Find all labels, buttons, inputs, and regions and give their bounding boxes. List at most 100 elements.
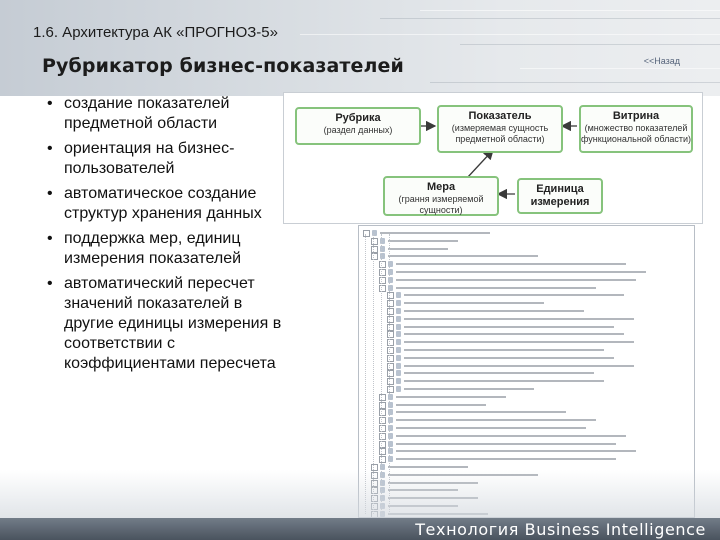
tree-row-label bbox=[404, 388, 534, 390]
box-showcase-title: Витрина bbox=[612, 110, 660, 122]
tree-row-label bbox=[404, 356, 614, 359]
tree-folder-icon bbox=[396, 347, 401, 353]
tree-row-label bbox=[404, 302, 544, 305]
tree-row bbox=[359, 369, 694, 378]
box-showcase: Витрина (множество показателей функциона… bbox=[579, 105, 693, 153]
tree-row-label bbox=[388, 239, 458, 242]
tree-row bbox=[359, 291, 694, 300]
tree-row bbox=[359, 440, 694, 448]
tree-row-label bbox=[404, 317, 634, 320]
tree-row-label bbox=[396, 427, 586, 429]
tree-row bbox=[359, 385, 694, 393]
tree-folder-icon bbox=[396, 386, 401, 392]
tree-row bbox=[359, 323, 694, 331]
tree-row-label bbox=[404, 294, 624, 297]
tree-folder-icon bbox=[396, 362, 401, 369]
tree-row-label bbox=[404, 333, 624, 336]
footer-text: Технология Business Intelligence bbox=[415, 520, 706, 539]
tree-row bbox=[359, 284, 694, 292]
tree-row bbox=[359, 377, 694, 386]
tree-row-label bbox=[396, 286, 596, 289]
tree-row bbox=[359, 408, 694, 417]
feature-item: ориентация на бизнес-пользователей bbox=[42, 139, 287, 179]
box-measure-title: Мера bbox=[426, 181, 456, 193]
tree-row bbox=[359, 268, 694, 276]
tree-row bbox=[359, 447, 694, 456]
tree-row bbox=[359, 237, 694, 245]
tree-row bbox=[359, 416, 694, 425]
feature-item: создание показателей предметной области bbox=[42, 94, 287, 134]
tree-row-label bbox=[396, 450, 636, 453]
tree-row-label bbox=[404, 325, 614, 328]
tree-row-label bbox=[396, 442, 616, 445]
box-measure: Мера (грання измеряемой сущности) bbox=[383, 176, 499, 216]
footer-bar: Технология Business Intelligence bbox=[0, 518, 720, 540]
tree-row bbox=[359, 354, 694, 362]
tree-row-label bbox=[396, 411, 566, 414]
box-rubric: Рубрика (раздел данных) bbox=[295, 107, 421, 145]
tree-row bbox=[359, 401, 694, 409]
tree-row-label bbox=[396, 458, 616, 461]
tree-row-label bbox=[380, 232, 490, 234]
feature-item: автоматическое создание структур хранени… bbox=[42, 184, 287, 224]
tree-folder-icon bbox=[396, 370, 401, 377]
tree-row bbox=[359, 245, 694, 253]
tree-row-label bbox=[396, 263, 626, 266]
tree-row-label bbox=[404, 349, 604, 351]
tree-row bbox=[359, 229, 694, 237]
section-title: 1.6. Архитектура АК «ПРОГНОЗ-5» bbox=[33, 24, 278, 41]
tree-row bbox=[359, 432, 694, 440]
box-unit: Единица измерения bbox=[517, 178, 603, 214]
tree-row bbox=[359, 252, 694, 261]
tree-row-label bbox=[388, 255, 538, 258]
tree-row-label bbox=[396, 271, 646, 273]
tree-row bbox=[359, 338, 694, 347]
tree-row-label bbox=[404, 372, 594, 375]
box-rubric-title: Рубрика bbox=[335, 112, 381, 124]
tree-row-label bbox=[396, 395, 506, 398]
box-rubric-subtitle: (раздел данных) bbox=[323, 125, 393, 135]
tree-row bbox=[359, 315, 694, 323]
tree-row bbox=[359, 362, 694, 370]
tree-row-label bbox=[388, 247, 448, 250]
back-link[interactable]: <<Назад bbox=[644, 56, 680, 66]
tree-row-label bbox=[396, 434, 626, 437]
feature-list: создание показателей предметной области … bbox=[42, 94, 287, 379]
tree-row bbox=[359, 299, 694, 308]
tree-row-label bbox=[396, 403, 486, 406]
tree-row-label bbox=[396, 278, 636, 281]
tree-row bbox=[359, 346, 694, 354]
tree-row bbox=[359, 276, 694, 284]
tree-folder-icon bbox=[396, 292, 401, 299]
tree-row bbox=[359, 424, 694, 432]
tree-row-label bbox=[404, 341, 634, 344]
tree-folder-icon bbox=[396, 331, 401, 338]
box-measure-subtitle: (грання измеряемой сущности) bbox=[398, 194, 484, 215]
box-indicator: Показатель (измеряемая сущность предметн… bbox=[437, 105, 563, 153]
tree-row-label bbox=[404, 380, 604, 383]
box-showcase-subtitle: (множество показателей функциональной об… bbox=[581, 123, 691, 144]
feature-item: автоматический пересчет значений показат… bbox=[42, 274, 287, 374]
tree-row bbox=[359, 455, 694, 464]
tree-folder-icon bbox=[396, 300, 401, 307]
tree-folder-icon bbox=[396, 339, 401, 346]
footer-fade bbox=[0, 470, 720, 518]
tree-folder-icon bbox=[396, 378, 401, 385]
tree-folder-icon bbox=[396, 308, 401, 314]
box-indicator-title: Показатель bbox=[468, 110, 532, 122]
tree-row bbox=[359, 393, 694, 401]
tree-folder-icon bbox=[396, 323, 401, 330]
tree-row-label bbox=[388, 466, 468, 468]
tree-row bbox=[359, 330, 694, 339]
page-title: Рубрикатор бизнес-показателей bbox=[42, 55, 404, 77]
tree-row-label bbox=[404, 310, 584, 312]
tree-row-label bbox=[396, 419, 596, 422]
feature-item: поддержка мер, единиц измерения показате… bbox=[42, 229, 287, 269]
box-unit-title: Единица измерения bbox=[530, 183, 590, 208]
header-band bbox=[0, 0, 720, 96]
tree-folder-icon bbox=[396, 354, 401, 361]
box-indicator-subtitle: (измеряемая сущность предметной области) bbox=[451, 123, 549, 144]
tree-row bbox=[359, 260, 694, 269]
tree-row-label bbox=[404, 364, 634, 367]
tree-row bbox=[359, 307, 694, 315]
